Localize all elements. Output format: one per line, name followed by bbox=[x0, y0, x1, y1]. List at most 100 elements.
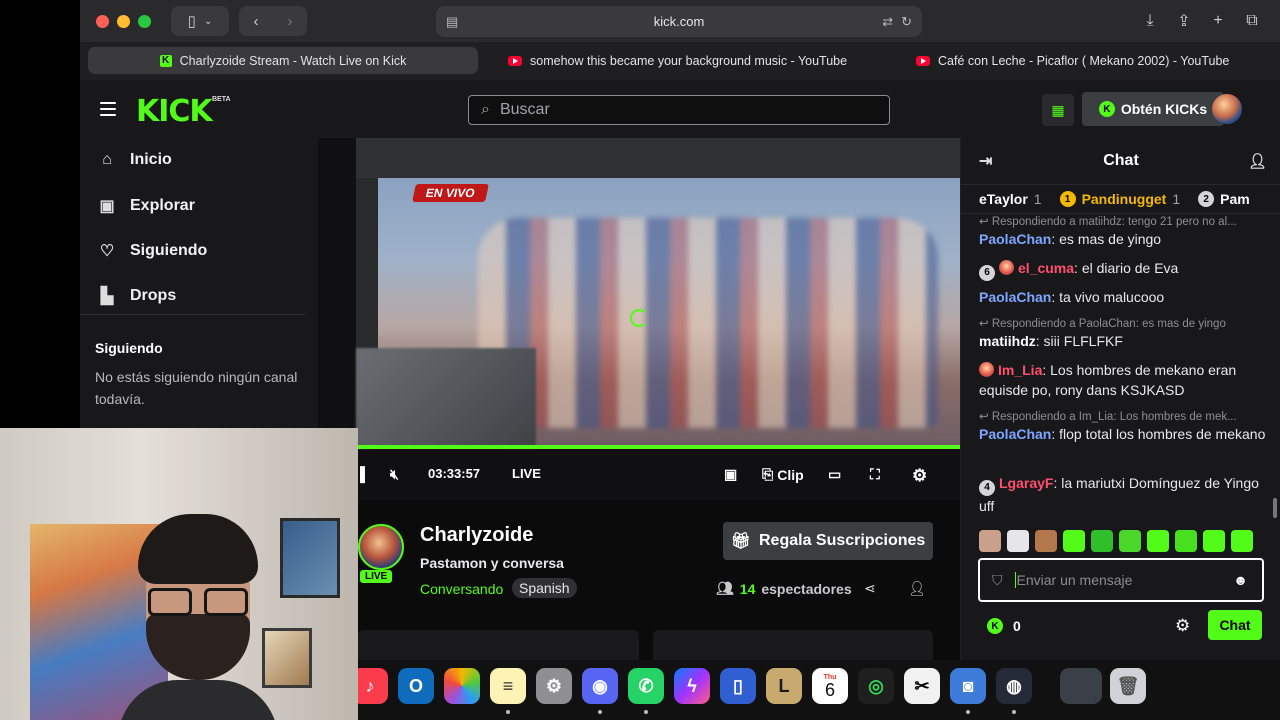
follow-icon[interactable]: 👤︎ bbox=[908, 580, 926, 597]
address-bar[interactable]: ▤ kick.com ⇄ ↻ bbox=[436, 6, 922, 37]
emote-4-icon[interactable] bbox=[1063, 530, 1085, 552]
calendar-app-icon[interactable]: Thu 6 bbox=[812, 668, 848, 704]
heart-icon: ♡ bbox=[99, 243, 115, 260]
chat-username[interactable]: PaolaChan bbox=[979, 231, 1051, 247]
chat-message: PaolaChan: flop total los hombres de mek… bbox=[979, 424, 1269, 444]
theater-mode-button[interactable]: ▭ bbox=[828, 466, 841, 483]
archive-app-icon[interactable]: ◙ bbox=[950, 668, 986, 704]
en-vivo-overlay: EN VIVO bbox=[412, 184, 489, 202]
progress-bar[interactable] bbox=[356, 445, 960, 449]
stream-category[interactable]: Conversando bbox=[420, 581, 503, 597]
gifter[interactable]: eTaylor 1 bbox=[979, 191, 1042, 207]
menu-icon[interactable] bbox=[100, 102, 116, 116]
video-crowd bbox=[478, 218, 938, 428]
settings-app-icon[interactable]: ⚙ bbox=[536, 668, 572, 704]
emote-1-icon[interactable] bbox=[979, 530, 1001, 552]
kicks-balance[interactable]: K 0 bbox=[987, 618, 1021, 634]
tab-youtube-1[interactable]: somehow this became your background musi… bbox=[508, 47, 847, 74]
minimize-window-button[interactable] bbox=[117, 14, 130, 28]
emote-6-icon[interactable] bbox=[1119, 530, 1141, 552]
kick-logo[interactable]: KICK bbox=[136, 94, 213, 129]
gift-subs-button[interactable]: 🎁︎ Regala Suscripciones bbox=[723, 522, 933, 560]
share-icon[interactable]: ⋖ bbox=[864, 580, 876, 597]
tab-youtube-2[interactable]: Café con Leche - Picaflor ( Mekano 2002)… bbox=[916, 47, 1229, 74]
screen-thumbnail-icon[interactable] bbox=[1060, 668, 1102, 704]
chat-scrollbar[interactable] bbox=[1273, 188, 1277, 518]
theater-icon: ▭ bbox=[828, 466, 842, 482]
collapse-chat-icon[interactable]: ⇥ bbox=[979, 151, 992, 171]
trash-icon[interactable]: 🗑︎ bbox=[1110, 668, 1146, 704]
tab-kick[interactable]: K Charlyzoide Stream - Watch Live on Kic… bbox=[88, 47, 478, 74]
whatsapp-app-icon[interactable]: ✆ bbox=[628, 668, 664, 704]
language-tag[interactable]: Spanish bbox=[512, 578, 577, 598]
chat-username[interactable]: LgarayF bbox=[999, 475, 1053, 491]
translate-icon[interactable]: ⇄ bbox=[882, 14, 893, 30]
toolbar-actions: ⤓ ⇪ + ⧉ bbox=[1138, 6, 1264, 36]
store-icon[interactable]: ▦ bbox=[1042, 94, 1074, 126]
emoji-picker-icon[interactable]: ☻ bbox=[1233, 572, 1248, 588]
league-app-icon[interactable]: L bbox=[766, 668, 802, 704]
capcut-app-icon[interactable]: ✂ bbox=[904, 668, 940, 704]
close-window-button[interactable] bbox=[96, 14, 109, 28]
photos-app-icon[interactable] bbox=[444, 668, 480, 704]
emote-9-icon[interactable] bbox=[1203, 530, 1225, 552]
chat-username[interactable]: Im_Lia bbox=[998, 362, 1042, 378]
live-indicator[interactable]: LIVE bbox=[512, 466, 541, 481]
get-kicks-button[interactable]: K Obtén KICKs bbox=[1082, 92, 1224, 126]
search-input[interactable]: ⌕ Buscar bbox=[468, 95, 890, 125]
sidebar-item-inicio[interactable]: ⌂ Inicio bbox=[98, 151, 172, 169]
ios-app-icon[interactable]: ▯ bbox=[720, 668, 756, 704]
chat-settings-gear-icon[interactable]: ⚙ bbox=[1175, 616, 1190, 636]
chat-message-input[interactable]: ⛉ Enviar un mensaje ☻ bbox=[978, 558, 1264, 602]
emote-2-icon[interactable] bbox=[1007, 530, 1029, 552]
discord-app-icon[interactable]: ◉ bbox=[582, 668, 618, 704]
channel-name[interactable]: Charlyzoide bbox=[420, 524, 533, 547]
settings-button[interactable]: ⚙ bbox=[912, 466, 927, 486]
notes-app-icon[interactable]: ≡ bbox=[490, 668, 526, 704]
share-icon[interactable]: ⇪ bbox=[1172, 6, 1196, 36]
sidebar-toggle-button[interactable]: ▯ ⌄ bbox=[171, 6, 229, 36]
pip-button[interactable]: ▣ bbox=[724, 466, 737, 483]
emote-8-icon[interactable] bbox=[1175, 530, 1197, 552]
reply-context: ↩ Respondiendo a PaolaChan: es mas de yi… bbox=[979, 318, 1226, 330]
video-player[interactable]: EN VIVO ▌ 🔇︎ 03:33:57 LIVE ▣ ⎘ Clip ▭ ⛶ … bbox=[318, 138, 960, 500]
chat-username[interactable]: PaolaChan bbox=[979, 289, 1051, 305]
tab-overview-icon[interactable]: ⧉ bbox=[1240, 6, 1264, 36]
mute-button[interactable]: 🔇︎ bbox=[390, 466, 399, 483]
sidebar-item-explorar[interactable]: ▣ Explorar bbox=[98, 196, 194, 216]
stream-time: 03:33:57 bbox=[428, 466, 481, 481]
gifter[interactable]: 2 Pam bbox=[1198, 191, 1250, 207]
chat-username[interactable]: PaolaChan bbox=[979, 426, 1051, 442]
forward-button[interactable]: › bbox=[288, 13, 293, 30]
youtube-favicon-icon bbox=[508, 55, 522, 66]
emote-5-icon[interactable] bbox=[1091, 530, 1113, 552]
sidebar-item-drops[interactable]: ▙ Drops bbox=[98, 286, 176, 306]
new-tab-icon[interactable]: + bbox=[1206, 6, 1230, 36]
chat-username[interactable]: el_cuma bbox=[1018, 260, 1074, 276]
emote-3-icon[interactable] bbox=[1035, 530, 1057, 552]
outlook-app-icon[interactable]: O bbox=[398, 668, 434, 704]
channel-avatar[interactable] bbox=[358, 524, 404, 570]
chat-username[interactable]: matiihdz bbox=[979, 333, 1036, 349]
reload-icon[interactable]: ↻ bbox=[901, 14, 912, 30]
chat-message: Im_Lia: Los hombres de mekano eran equis… bbox=[979, 360, 1269, 400]
pause-button[interactable]: ▌ bbox=[360, 466, 370, 482]
back-button[interactable]: ‹ bbox=[254, 13, 259, 30]
findmy-app-icon[interactable]: ◎ bbox=[858, 668, 894, 704]
webcam-person bbox=[118, 514, 278, 720]
messenger-app-icon[interactable]: ϟ bbox=[674, 668, 710, 704]
chat-users-icon[interactable]: 👤︎ bbox=[1248, 152, 1267, 170]
zoom-window-button[interactable] bbox=[138, 14, 151, 28]
chat-input-placeholder: Enviar un mensaje bbox=[1014, 572, 1132, 588]
fullscreen-button[interactable]: ⛶ bbox=[870, 466, 880, 483]
clip-button[interactable]: ⎘ Clip bbox=[762, 466, 804, 483]
page-menu-icon[interactable]: ▤ bbox=[446, 14, 458, 30]
sidebar-item-siguiendo[interactable]: ♡ Siguiendo bbox=[98, 241, 208, 261]
emote-10-icon[interactable] bbox=[1231, 530, 1253, 552]
downloads-icon[interactable]: ⤓ bbox=[1138, 6, 1162, 36]
send-chat-button[interactable]: Chat bbox=[1208, 610, 1262, 640]
obs-app-icon[interactable]: ◍ bbox=[996, 668, 1032, 704]
user-avatar[interactable] bbox=[1212, 94, 1242, 124]
gifter[interactable]: 1 Pandinugget 1 bbox=[1059, 191, 1180, 207]
emote-7-icon[interactable] bbox=[1147, 530, 1169, 552]
